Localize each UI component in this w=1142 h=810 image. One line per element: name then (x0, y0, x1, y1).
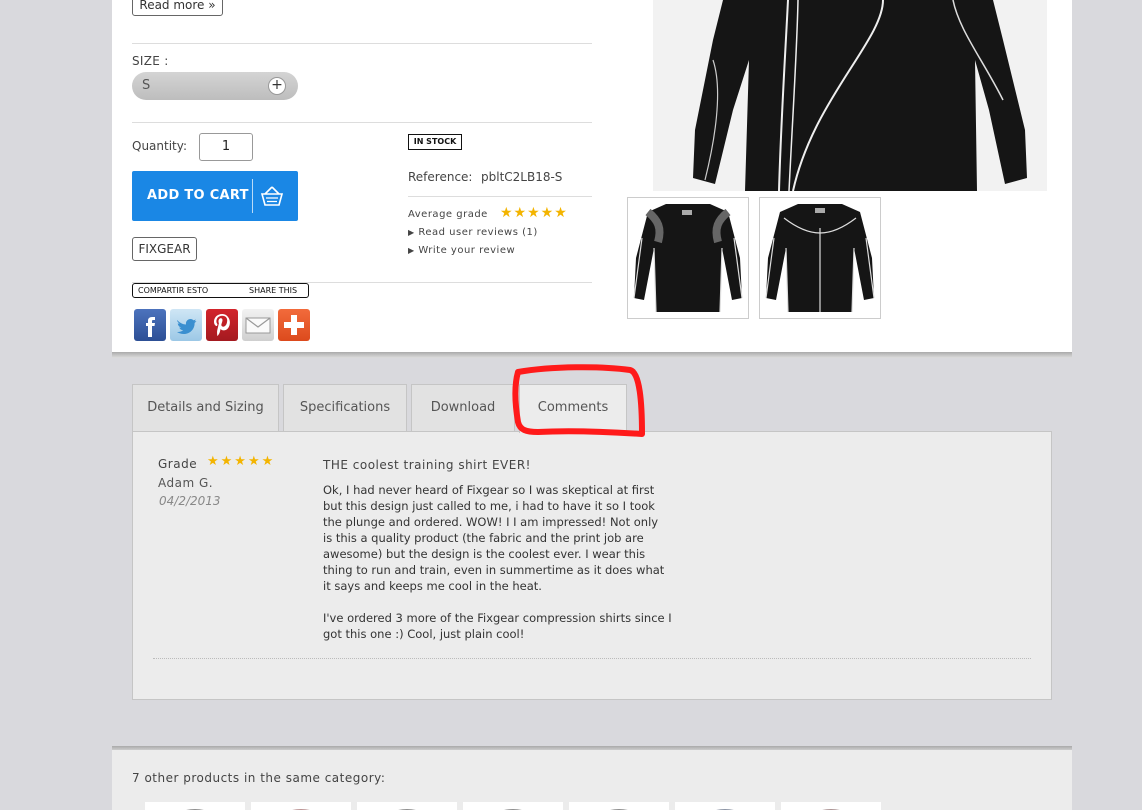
related-product-thumbnail[interactable] (357, 802, 457, 810)
tab-specifications[interactable]: Specifications (283, 384, 407, 432)
product-main-image[interactable] (653, 0, 1047, 191)
divider (132, 122, 592, 123)
write-review-link[interactable]: ▶ Write your review (408, 245, 515, 256)
pinterest-icon[interactable] (206, 309, 238, 341)
related-product-thumbnail[interactable] (145, 802, 245, 810)
tab-details-and-sizing[interactable]: Details and Sizing (132, 384, 279, 432)
caret-right-icon: ▶ (408, 246, 415, 255)
quantity-label: Quantity: (132, 139, 188, 153)
review-author: Adam G. (158, 476, 214, 490)
divider (132, 43, 592, 44)
grade-label: Grade (158, 457, 198, 471)
star-rating: ★★★★★ (207, 454, 276, 469)
review-text-line: awesome) but the design is the coolest e… (323, 547, 646, 561)
review-text-line: it says and keeps me cool in the heat. (323, 579, 542, 593)
write-review-label: Write your review (418, 245, 516, 256)
review-title: THE coolest training shirt EVER! (323, 458, 531, 472)
plus-icon[interactable]: + (268, 77, 286, 95)
review-text-line: thing to run and train, even in summerti… (323, 563, 665, 577)
share-label-box: COMPARTIR ESTO SHARE THIS (132, 283, 309, 298)
review-text-line: but this design just called to me, i had… (323, 499, 655, 513)
related-product-thumbnail[interactable] (781, 802, 881, 810)
add-to-cart-button[interactable]: ADD TO CART (132, 171, 298, 221)
related-product-thumbnail[interactable] (675, 802, 775, 810)
tab-download[interactable]: Download (411, 384, 515, 432)
panel-divider (112, 352, 1072, 358)
facebook-icon[interactable] (134, 309, 166, 341)
related-product-thumbnail[interactable] (251, 802, 351, 810)
read-more-button[interactable]: Read more » (132, 0, 223, 16)
add-to-cart-label: ADD TO CART (147, 188, 249, 203)
review-text-line: I've ordered 3 more of the Fixgear compr… (323, 611, 672, 625)
review-date: 04/2/2013 (159, 494, 221, 508)
divider (408, 196, 592, 197)
size-label: SIZE : (132, 54, 169, 68)
review-text-line: Ok, I had never heard of Fixgear so I wa… (323, 483, 655, 497)
share-label-es: COMPARTIR ESTO (138, 286, 209, 295)
button-separator (252, 179, 253, 213)
quantity-input[interactable]: 1 (199, 133, 253, 161)
mail-icon[interactable] (242, 309, 274, 341)
highlight-annotation (512, 364, 645, 437)
related-products-title: 7 other products in the same category: (132, 771, 386, 785)
stock-badge: IN STOCK (408, 134, 462, 150)
caret-right-icon: ▶ (408, 228, 415, 237)
related-product-thumbnail[interactable] (569, 802, 669, 810)
read-reviews-label: Read user reviews (1) (418, 227, 538, 238)
average-grade-label: Average grade (408, 209, 488, 220)
review-text-line: the plunge and ordered. WOW! I I am impr… (323, 515, 659, 529)
share-label-en: SHARE THIS (249, 286, 298, 295)
review-text-line: is this a quality product (the fabric an… (323, 531, 644, 545)
twitter-icon[interactable] (170, 309, 202, 341)
review-text-line: got this one :) Cool, just plain cool! (323, 627, 525, 641)
plus-icon[interactable] (278, 309, 310, 341)
product-thumbnail[interactable] (627, 197, 749, 319)
related-product-thumbnail[interactable] (463, 802, 563, 810)
reference-label: Reference: (408, 170, 473, 184)
star-rating: ★★★★★ (500, 205, 568, 221)
size-value: S (142, 78, 151, 93)
product-thumbnail[interactable] (759, 197, 881, 319)
read-reviews-link[interactable]: ▶ Read user reviews (1) (408, 227, 538, 238)
brand-tag[interactable]: FIXGEAR (132, 237, 197, 261)
reference-value: pbltC2LB18-S (481, 170, 563, 184)
review-divider (153, 658, 1031, 659)
basket-icon (260, 186, 284, 206)
